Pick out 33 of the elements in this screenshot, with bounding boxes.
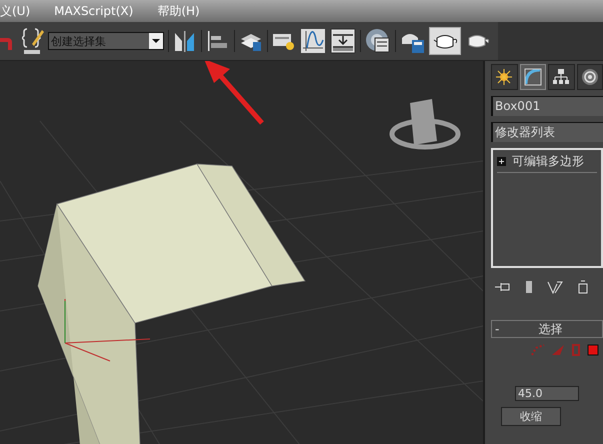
element-icon[interactable] [587, 344, 599, 356]
disc-icon [580, 68, 599, 86]
panel-tab[interactable] [576, 64, 603, 90]
stack-item[interactable]: 可编辑多边形 [512, 153, 584, 170]
viewport[interactable] [0, 61, 483, 444]
menu-item[interactable]: MAXScript(X) [54, 4, 134, 18]
view-cube-drawing [390, 99, 460, 150]
schematic-icon[interactable] [330, 28, 356, 54]
material-editor-icon[interactable] [365, 28, 391, 54]
rollout-title: 选择 [538, 320, 564, 338]
remove-modifier-icon[interactable] [577, 280, 589, 294]
menu-item[interactable]: 义(U) [0, 2, 30, 20]
collapse-sign[interactable]: - [495, 322, 500, 336]
caret-icon [149, 33, 163, 49]
object-name-field[interactable]: Box001 [491, 96, 603, 116]
threshold-field[interactable]: 45.0 [515, 386, 579, 401]
align-icon[interactable] [206, 29, 230, 53]
star-icon [495, 68, 514, 86]
brackets-pencil-icon[interactable] [22, 26, 44, 56]
curve-editor-icon[interactable] [300, 28, 326, 54]
pointer-arrow [204, 61, 264, 125]
pin-icon[interactable] [495, 281, 511, 293]
teapot-render-icon[interactable] [430, 28, 460, 54]
rollout-header[interactable]: - 选择 [491, 320, 603, 338]
panel-tab[interactable] [491, 64, 518, 90]
menu-item[interactable]: 帮助(H) [157, 2, 200, 20]
hierarchy-icon [552, 68, 570, 86]
panel-tab[interactable] [548, 64, 574, 90]
expand-icon[interactable] [497, 157, 506, 166]
mirror-icon[interactable] [173, 29, 197, 53]
shrink-button[interactable]: 收缩 [501, 407, 561, 426]
modifier-list-dropdown[interactable]: 修改器列表 [491, 122, 603, 142]
curve-icon [524, 68, 542, 86]
